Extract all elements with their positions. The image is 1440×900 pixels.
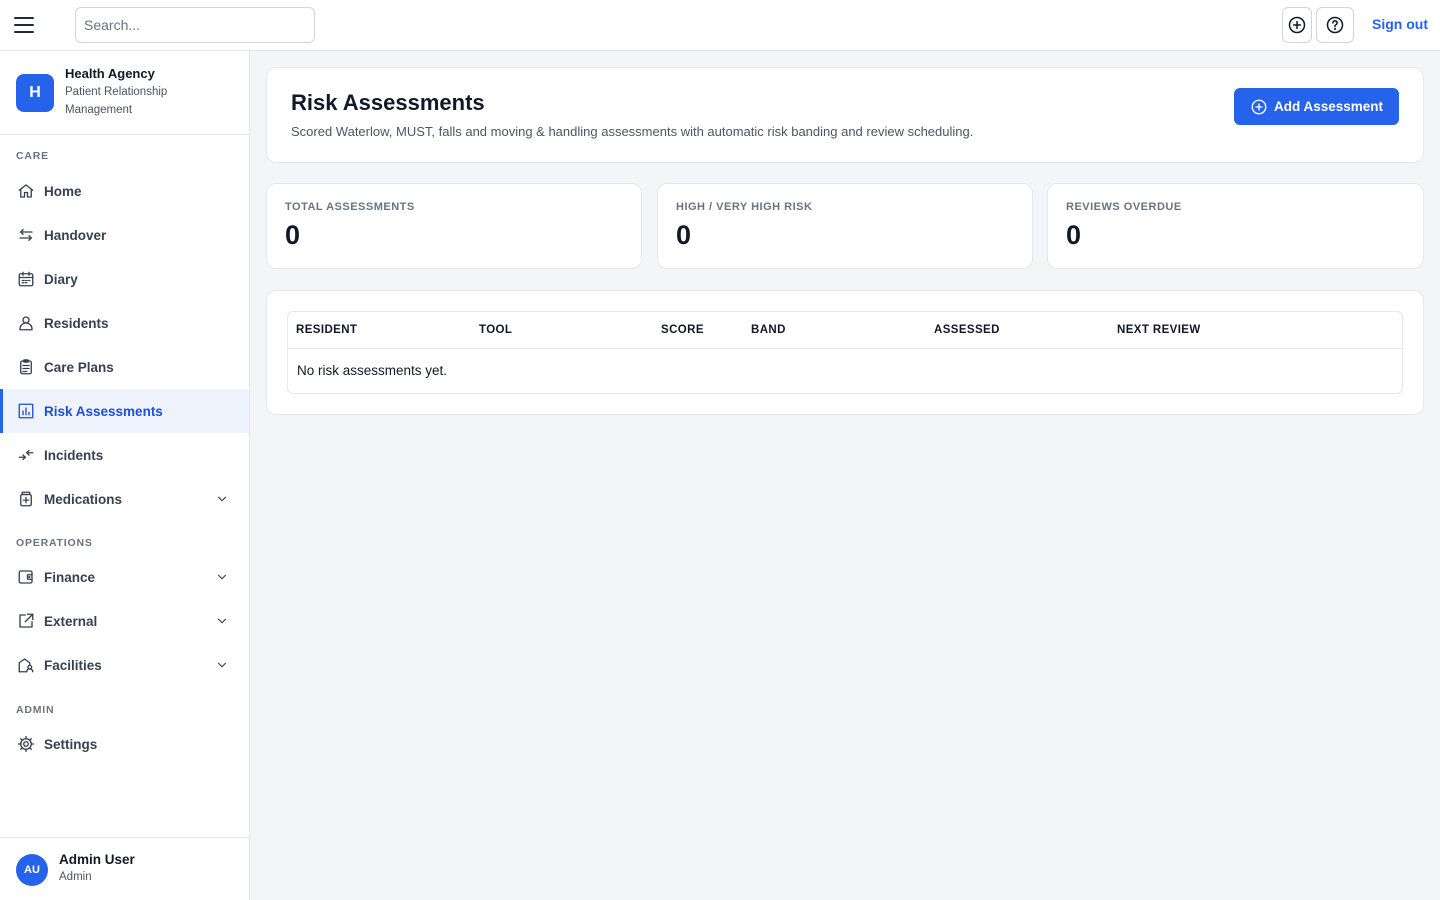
stat-label: REVIEWS OVERDUE <box>1066 201 1182 213</box>
column-header-next-review[interactable]: NEXT REVIEW <box>1117 324 1201 336</box>
stat-value: 0 <box>676 220 692 250</box>
sidebar-item-label: Incidents <box>44 447 104 463</box>
stat-label: HIGH / VERY HIGH RISK <box>676 201 813 213</box>
person-icon <box>16 313 36 333</box>
arrows-converge-icon <box>16 445 36 465</box>
table-header: RESIDENT TOOL SCORE BAND ASSESSED NEXT R… <box>288 312 1402 349</box>
chevron-down-icon[interactable] <box>215 492 229 506</box>
gear-icon <box>16 734 36 754</box>
sidebar-item-label: Medications <box>44 491 123 507</box>
clipboard-icon <box>16 357 36 377</box>
chevron-down-icon[interactable] <box>215 614 229 628</box>
plus-circle-icon <box>1288 16 1306 34</box>
section-label-admin: ADMIN <box>16 704 55 716</box>
sidebar-item-label: Risk Assessments <box>44 403 163 419</box>
external-link-icon <box>16 611 36 631</box>
column-header-assessed[interactable]: ASSESSED <box>934 324 1000 336</box>
user-name: Admin User <box>59 852 135 867</box>
top-bar: Sign out <box>0 0 1440 51</box>
sidebar-item-external[interactable]: External <box>0 599 249 643</box>
sidebar-item-label: Handover <box>44 227 107 243</box>
help-button[interactable] <box>1316 7 1354 43</box>
sidebar-item-home[interactable]: Home <box>0 169 249 213</box>
quick-add-button[interactable] <box>1282 7 1312 43</box>
user-role: Admin <box>59 871 92 883</box>
page-header-card: Risk Assessments Scored Waterlow, MUST, … <box>266 67 1424 163</box>
column-header-resident[interactable]: RESIDENT <box>296 324 357 336</box>
brand-logo: H <box>16 74 54 112</box>
stat-card-total-assessments: TOTAL ASSESSMENTS 0 <box>266 183 642 269</box>
brand-name: Health Agency <box>65 66 155 81</box>
sign-out-link[interactable]: Sign out <box>1372 16 1428 32</box>
sidebar-item-label: Care Plans <box>44 359 114 375</box>
chevron-down-icon[interactable] <box>215 570 229 584</box>
sidebar-item-label: External <box>44 613 98 629</box>
sidebar-item-label: Finance <box>44 569 96 585</box>
avatar: AU <box>16 854 48 886</box>
search-input[interactable] <box>75 7 315 43</box>
sidebar-item-risk-assessments[interactable]: Risk Assessments <box>0 389 249 433</box>
add-assessment-label: Add Assessment <box>1273 99 1383 114</box>
brand-subtitle: Patient Relationship Management <box>65 86 168 116</box>
sidebar: H Health Agency Patient Relationship Man… <box>0 51 250 900</box>
stat-value: 0 <box>285 220 301 250</box>
assessments-table: RESIDENT TOOL SCORE BAND ASSESSED NEXT R… <box>287 311 1403 394</box>
section-label-operations: OPERATIONS <box>16 537 93 549</box>
sidebar-item-facilities[interactable]: Facilities <box>0 643 249 687</box>
page-description: Scored Waterlow, MUST, falls and moving … <box>291 124 974 139</box>
assessments-table-card: RESIDENT TOOL SCORE BAND ASSESSED NEXT R… <box>266 290 1424 415</box>
sidebar-item-settings[interactable]: Settings <box>0 722 249 766</box>
sidebar-item-care-plans[interactable]: Care Plans <box>0 345 249 389</box>
sidebar-item-finance[interactable]: Finance <box>0 555 249 599</box>
stat-label: TOTAL ASSESSMENTS <box>285 201 415 213</box>
chevron-down-icon[interactable] <box>215 658 229 672</box>
sidebar-item-diary[interactable]: Diary <box>0 257 249 301</box>
stat-card-reviews-overdue: REVIEWS OVERDUE 0 <box>1047 183 1424 269</box>
sidebar-item-label: Facilities <box>44 657 102 673</box>
medicine-icon <box>16 489 36 509</box>
user-profile[interactable]: AU Admin User Admin <box>0 837 249 900</box>
wallet-icon <box>16 567 36 587</box>
sidebar-item-incidents[interactable]: Incidents <box>0 433 249 477</box>
sidebar-item-label: Diary <box>44 271 78 287</box>
building-icon <box>16 655 36 675</box>
sidebar-item-handover[interactable]: Handover <box>0 213 249 257</box>
sidebar-item-label: Settings <box>44 736 98 752</box>
brand: H Health Agency Patient Relationship Man… <box>0 51 249 135</box>
page-title: Risk Assessments <box>291 90 485 115</box>
plus-circle-icon <box>1251 99 1267 114</box>
sidebar-item-label: Residents <box>44 315 109 331</box>
add-assessment-button[interactable]: Add Assessment <box>1233 88 1399 125</box>
column-header-score[interactable]: SCORE <box>661 324 704 336</box>
section-label-care: CARE <box>16 150 49 162</box>
arrows-swap-icon <box>16 225 36 245</box>
bar-chart-icon <box>16 401 36 421</box>
home-icon <box>16 181 36 201</box>
empty-state-message: No risk assessments yet. <box>297 363 448 378</box>
stat-value: 0 <box>1066 220 1082 250</box>
calendar-icon <box>16 269 36 289</box>
menu-icon[interactable] <box>14 14 36 36</box>
stat-card-high-risk: HIGH / VERY HIGH RISK 0 <box>657 183 1033 269</box>
column-header-tool[interactable]: TOOL <box>479 324 512 336</box>
help-circle-icon <box>1326 16 1344 34</box>
sidebar-item-label: Home <box>44 183 82 199</box>
column-header-band[interactable]: BAND <box>751 324 786 336</box>
sidebar-item-residents[interactable]: Residents <box>0 301 249 345</box>
sidebar-item-medications[interactable]: Medications <box>0 477 249 521</box>
